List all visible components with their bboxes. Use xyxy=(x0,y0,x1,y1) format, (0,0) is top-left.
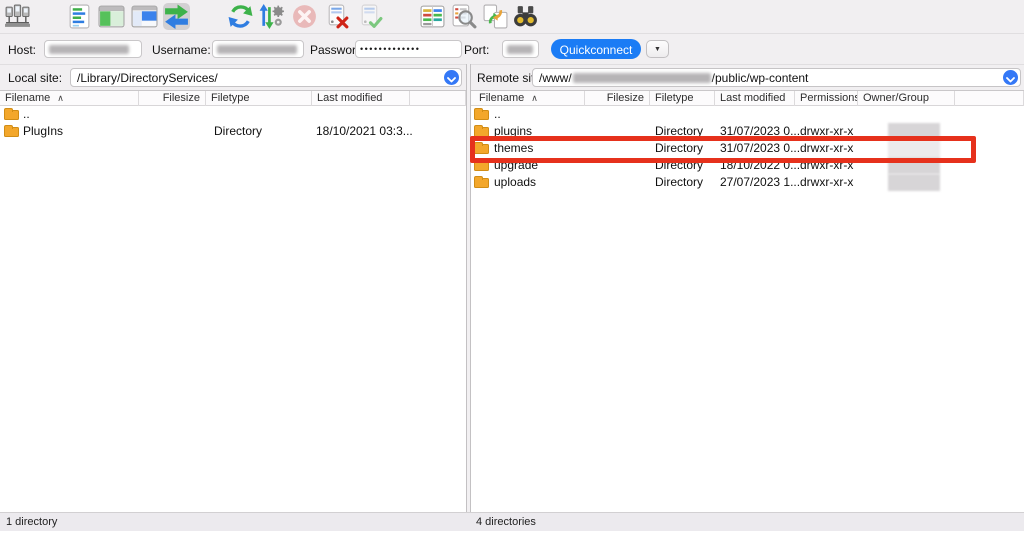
local-col-lastmodified[interactable]: Last modified xyxy=(312,91,410,106)
transfer-settings-icon[interactable] xyxy=(258,3,285,30)
remote-col-filetype[interactable]: Filetype xyxy=(650,91,715,106)
local-list-header: Filename∧ Filesize Filetype Last modifie… xyxy=(0,91,466,106)
status-bar: 1 directory 4 directories xyxy=(0,512,1024,531)
local-path-text: /Library/DirectoryServices/ xyxy=(77,71,218,85)
local-site-path-field[interactable]: /Library/DirectoryServices/ xyxy=(70,68,462,87)
remote-col-filesize[interactable]: Filesize xyxy=(585,91,650,106)
redacted-owner-group xyxy=(888,157,940,174)
filename-cell: uploads xyxy=(494,174,536,191)
remote-status-text: 4 directories xyxy=(476,516,536,528)
redacted-owner-group xyxy=(888,174,940,191)
filetype-cell: Directory xyxy=(655,174,703,191)
permissions-cell: drwxr-xr-x xyxy=(800,123,853,140)
remote-row-plugins[interactable]: plugins Directory 31/07/2023 0... drwxr-… xyxy=(470,123,1024,140)
remote-col-ownergroup[interactable]: Owner/Group xyxy=(858,91,955,106)
local-col-filename[interactable]: Filename∧ xyxy=(0,91,139,106)
redacted-owner-group xyxy=(888,123,940,140)
filetype-cell: Directory xyxy=(214,123,262,140)
redacted-host-value xyxy=(49,45,129,54)
host-input[interactable] xyxy=(44,40,142,58)
filename-filters-icon[interactable] xyxy=(450,3,477,30)
folder-icon xyxy=(474,161,489,171)
filename-cell: PlugIns xyxy=(23,123,63,140)
filename-cell: .. xyxy=(23,106,30,123)
pane-divider[interactable] xyxy=(466,64,471,530)
filetype-cell: Directory xyxy=(655,123,703,140)
message-log-icon[interactable] xyxy=(66,3,93,30)
filetype-cell: Directory xyxy=(655,157,703,174)
remote-row-themes[interactable]: themes Directory 31/07/2023 0... drwxr-x… xyxy=(470,140,1024,157)
local-path-dropdown-icon[interactable] xyxy=(444,70,459,85)
remote-col-filename[interactable]: Filename∧ xyxy=(470,91,585,106)
refresh-icon[interactable] xyxy=(227,3,254,30)
find-files-icon[interactable] xyxy=(512,3,539,30)
filezilla-window: Host: Username: Password: ••••••••••••• … xyxy=(0,0,1024,547)
quickconnect-button[interactable]: Quickconnect xyxy=(551,39,641,59)
port-input[interactable] xyxy=(502,40,539,58)
local-row-parent[interactable]: .. xyxy=(0,106,466,123)
password-input[interactable]: ••••••••••••• xyxy=(355,40,462,58)
host-label: Host: xyxy=(8,43,36,57)
remote-row-parent[interactable]: .. xyxy=(470,106,1024,123)
port-label: Port: xyxy=(464,43,489,57)
synchronized-browsing-icon[interactable] xyxy=(482,3,509,30)
username-label: Username: xyxy=(152,43,211,57)
redacted-port-value xyxy=(507,45,533,54)
folder-icon xyxy=(474,110,489,120)
lastmodified-cell: 18/10/2021 03:3... xyxy=(316,123,413,140)
remote-site-path-field[interactable]: /www/ /public/wp-content xyxy=(532,68,1021,87)
redacted-username-value xyxy=(217,45,297,54)
divider xyxy=(0,33,1024,34)
sort-asc-icon: ∧ xyxy=(531,93,538,103)
sort-asc-icon: ∧ xyxy=(57,93,64,103)
local-status-text: 1 directory xyxy=(6,516,57,528)
folder-icon xyxy=(4,110,19,120)
lastmodified-cell: 31/07/2023 0... xyxy=(720,123,800,140)
site-manager-icon[interactable] xyxy=(4,3,31,30)
quickconnect-dropdown-icon[interactable]: ▼ xyxy=(646,40,669,58)
filename-cell: upgrade xyxy=(494,157,538,174)
remote-list-header: Filename∧ Filesize Filetype Last modifie… xyxy=(470,91,1024,106)
username-input[interactable] xyxy=(212,40,304,58)
folder-icon xyxy=(4,127,19,137)
remote-row-uploads[interactable]: uploads Directory 27/07/2023 1... drwxr-… xyxy=(470,174,1024,191)
redacted-remote-path xyxy=(573,73,711,83)
filename-cell: plugins xyxy=(494,123,532,140)
remote-path-dropdown-icon[interactable] xyxy=(1003,70,1018,85)
redacted-owner-group xyxy=(888,140,940,157)
remote-treeview-icon[interactable] xyxy=(131,3,158,30)
local-col-filesize[interactable]: Filesize xyxy=(139,91,206,106)
divider xyxy=(0,64,1024,65)
password-dots: ••••••••••••• xyxy=(360,44,420,54)
folder-icon xyxy=(474,127,489,137)
disconnect-icon[interactable] xyxy=(324,3,351,30)
lastmodified-cell: 27/07/2023 1... xyxy=(720,174,800,191)
remote-path-suffix: /public/wp-content xyxy=(712,71,809,85)
remote-path-prefix: /www/ xyxy=(539,71,572,85)
reconnect-icon[interactable] xyxy=(357,3,384,30)
permissions-cell: drwxr-xr-x xyxy=(800,140,853,157)
filename-cell: themes xyxy=(494,140,533,157)
local-col-spacer xyxy=(410,91,466,106)
top-chrome: Host: Username: Password: ••••••••••••• … xyxy=(0,0,1024,91)
folder-icon xyxy=(474,178,489,188)
local-row-plugins[interactable]: PlugIns Directory 18/10/2021 03:3... xyxy=(0,123,466,140)
transfer-queue-icon[interactable] xyxy=(163,3,190,30)
filetype-cell: Directory xyxy=(655,140,703,157)
permissions-cell: drwxr-xr-x xyxy=(800,157,853,174)
remote-row-upgrade[interactable]: upgrade Directory 18/10/2022 0... drwxr-… xyxy=(470,157,1024,174)
remote-col-lastmodified[interactable]: Last modified xyxy=(715,91,795,106)
local-treeview-icon[interactable] xyxy=(98,3,125,30)
folder-icon xyxy=(474,144,489,154)
remote-col-spacer xyxy=(955,91,1024,106)
directory-comparison-icon[interactable] xyxy=(419,3,446,30)
filename-cell: .. xyxy=(494,106,501,123)
local-site-label: Local site: xyxy=(8,71,62,85)
local-col-filetype[interactable]: Filetype xyxy=(206,91,312,106)
permissions-cell: drwxr-xr-x xyxy=(800,174,853,191)
cancel-icon[interactable] xyxy=(291,3,318,30)
remote-col-permissions[interactable]: Permissions xyxy=(795,91,858,106)
lastmodified-cell: 31/07/2023 0... xyxy=(720,140,800,157)
lastmodified-cell: 18/10/2022 0... xyxy=(720,157,800,174)
